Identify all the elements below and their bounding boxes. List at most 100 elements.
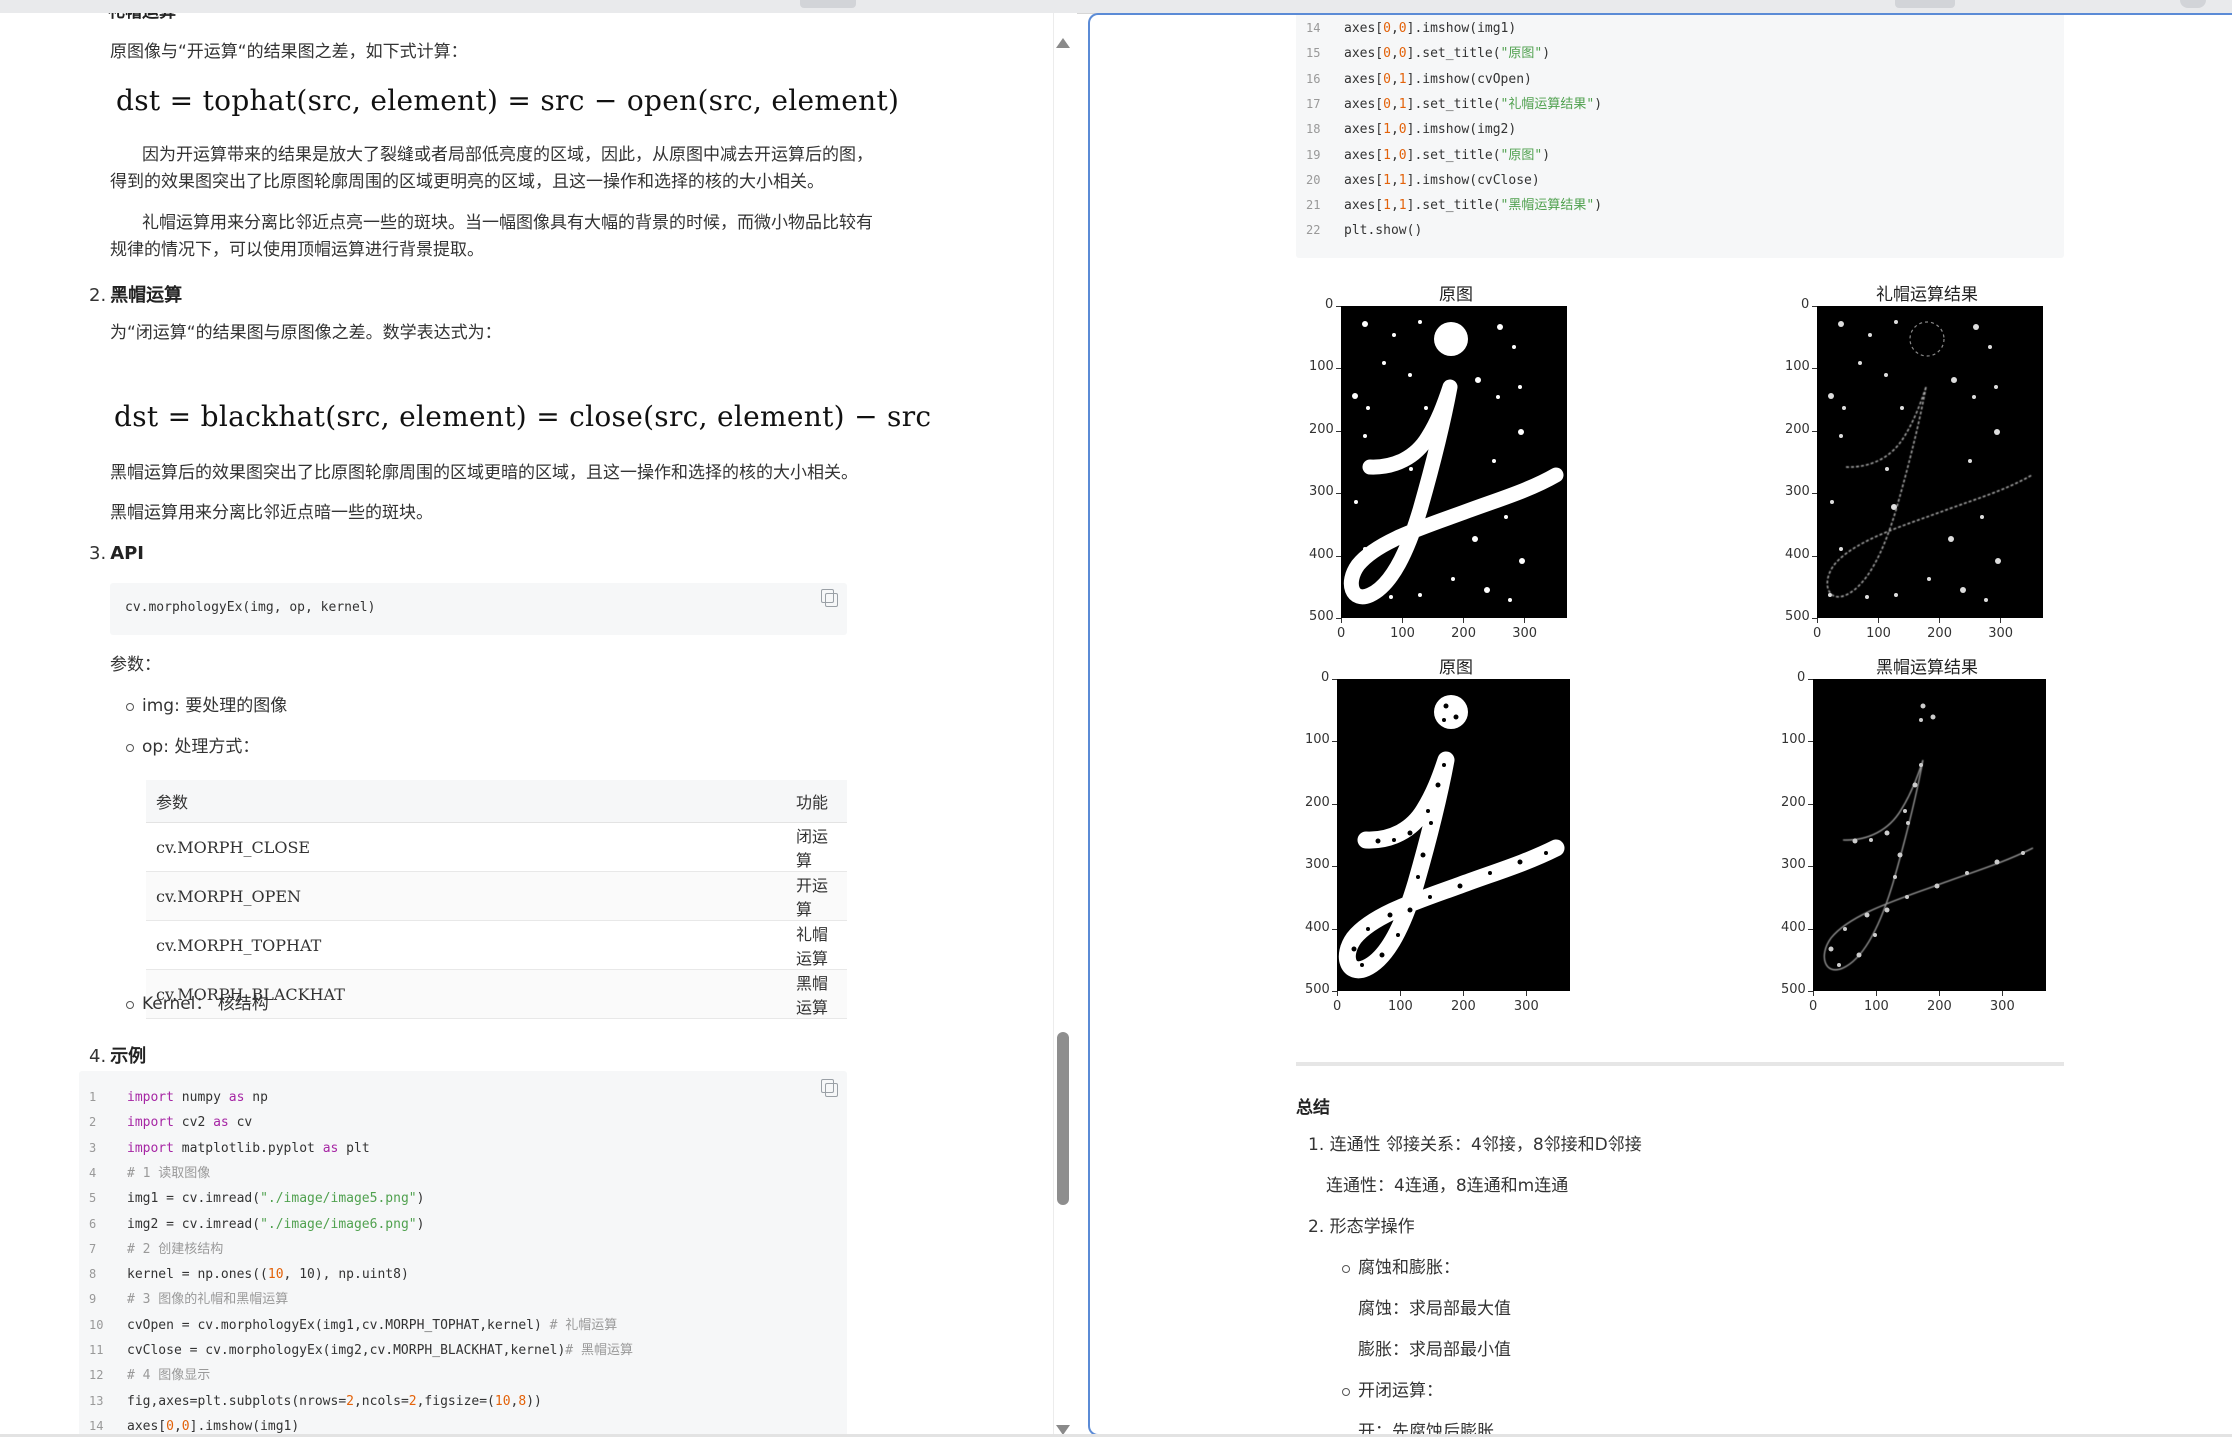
- panel-blackhat-result: [1813, 679, 2046, 991]
- y-tick-mark: [1332, 679, 1337, 680]
- y-tick-label: 0: [1325, 297, 1334, 312]
- y-tick-mark: [1812, 555, 1817, 557]
- scroll-down-arrow-icon[interactable]: [1056, 1425, 1070, 1434]
- api-code-block[interactable]: cv.morphologyEx(img, op, kernel): [110, 583, 847, 635]
- line-number: 12: [89, 1368, 104, 1383]
- copy-icon[interactable]: [821, 1079, 838, 1097]
- y-tick-mark: [1336, 306, 1341, 307]
- copy-icon[interactable]: [821, 589, 838, 607]
- line-number: 10: [89, 1317, 104, 1332]
- line-number: 21: [1306, 198, 1321, 213]
- y-tick-label: 300: [1781, 857, 1806, 873]
- morph-op-table: 参数 功能 cv.MORPH_CLOSE 闭运算 cv.MORPH_OPEN 开…: [146, 780, 847, 1019]
- table-cell: cv.MORPH_TOPHAT: [146, 920, 786, 970]
- x-tick-mark: [2001, 991, 2003, 996]
- y-tick-label: 0: [1321, 670, 1330, 685]
- code-line: 16 axes[0,1].imshow(cvOpen): [1296, 67, 1532, 92]
- y-tick-mark: [1336, 493, 1341, 495]
- line-number: 15: [1306, 46, 1321, 61]
- x-tick-label: 0: [1809, 999, 1818, 1014]
- code-text: axes[0,0].set_title("原图"): [1344, 46, 1551, 62]
- y-tick-mark: [1812, 306, 1817, 307]
- x-tick-mark: [1337, 991, 1338, 996]
- y-tick-label: 500: [1781, 982, 1806, 997]
- param-kernel: Kernel： 核结构: [142, 994, 269, 1014]
- y-tick-mark: [1812, 368, 1817, 370]
- blackhat-formula: dst = blackhat(src, element) = close(src…: [114, 400, 932, 433]
- blackhat-intro: 为“闭运算“的结果图与原图像之差。数学表达式为：: [110, 323, 502, 343]
- code-line: 13 fig,axes=plt.subplots(nrows=2,ncols=2,…: [79, 1389, 542, 1414]
- code-line: 2 import cv2 as cv: [79, 1110, 252, 1135]
- x-tick-label: 100: [1387, 999, 1413, 1014]
- code-line: 6 img2 = cv.imread("./image/image6.png"): [79, 1212, 424, 1237]
- x-tick-mark: [1341, 618, 1342, 623]
- tab-edge[interactable]: [2180, 0, 2206, 8]
- x-tick-mark: [1878, 618, 1880, 623]
- subplot-title: 黑帽运算结果: [1876, 658, 1978, 678]
- param-op: op: 处理方式：: [142, 737, 260, 757]
- y-tick-label: 300: [1309, 484, 1334, 500]
- x-tick-mark: [1875, 991, 1877, 996]
- code-text: axes[1,0].set_title("原图"): [1344, 147, 1551, 163]
- code-text: axes[0,1].set_title("礼帽运算结果"): [1344, 96, 1603, 112]
- code-line: 11 cvClose = cv.morphologyEx(img2,cv.MORP…: [79, 1338, 633, 1363]
- line-number: 4: [89, 1165, 97, 1180]
- code-text: axes[1,1].imshow(cvClose): [1344, 172, 1540, 188]
- y-tick-label: 200: [1781, 794, 1806, 810]
- section-title: 黑帽运算: [110, 285, 183, 306]
- x-tick-mark: [1939, 618, 1941, 623]
- scroll-thumb[interactable]: [1057, 1032, 1069, 1205]
- y-tick-mark: [1812, 493, 1817, 495]
- tab-edge[interactable]: [1895, 0, 1955, 8]
- code-text: # 1 读取图像: [127, 1165, 211, 1181]
- example-code-block[interactable]: 1 import numpy as np 2 import cv2 as cv 3 imp…: [79, 1071, 847, 1434]
- table-header-row: 参数 功能: [146, 780, 847, 823]
- scroll-up-arrow-icon[interactable]: [1056, 38, 1070, 48]
- line-number: 6: [89, 1216, 97, 1231]
- code-text: axes[0,0].imshow(img1): [1344, 21, 1517, 36]
- line-number: 14: [1306, 21, 1321, 35]
- y-tick-label: 100: [1781, 732, 1806, 748]
- y-tick-mark: [1336, 555, 1341, 557]
- y-tick-label: 0: [1801, 297, 1810, 312]
- code-text: axes[1,0].imshow(img2): [1344, 122, 1517, 138]
- y-tick-mark: [1332, 803, 1337, 805]
- x-tick-label: 300: [1512, 626, 1538, 641]
- line-number: 22: [1306, 223, 1321, 238]
- summary-item-2: 2. 形态学操作: [1308, 1217, 1415, 1237]
- y-tick-label: 200: [1785, 421, 1810, 437]
- plot-code-block[interactable]: 14 axes[0,0].imshow(img1) 15 axes[0,0].set_…: [1296, 15, 2064, 258]
- code-line: 14 axes[0,0].imshow(img1): [1296, 16, 1516, 41]
- y-tick-label: 300: [1785, 484, 1810, 500]
- y-tick-mark: [1808, 803, 1813, 805]
- y-tick-mark: [1332, 741, 1337, 743]
- y-tick-label: 300: [1305, 857, 1330, 873]
- x-tick-mark: [1399, 991, 1401, 996]
- x-tick-label: 200: [1926, 999, 1952, 1014]
- code-line: 3 import matplotlib.pyplot as plt: [79, 1136, 370, 1161]
- x-tick-mark: [2000, 618, 2002, 623]
- code-line: 5 img1 = cv.imread("./image/image5.png"): [79, 1186, 424, 1211]
- api-code: cv.morphologyEx(img, op, kernel): [125, 600, 376, 615]
- table-cell: 黑帽运算: [786, 969, 847, 1019]
- code-line: 21 axes[1,1].set_title("黑帽运算结果"): [1296, 193, 1602, 218]
- line-number: 14: [89, 1418, 104, 1433]
- x-tick-mark: [1463, 618, 1465, 623]
- panel-original-1: [1341, 306, 1567, 618]
- table-header: 功能: [786, 780, 847, 823]
- section-number: 4.: [89, 1046, 107, 1067]
- code-text: axes[0,0].imshow(img1): [127, 1418, 300, 1434]
- x-tick-mark: [1525, 991, 1527, 996]
- summary-item-2a-1: 腐蚀：求局部最大值: [1358, 1299, 1511, 1319]
- line-number: 13: [89, 1393, 104, 1408]
- table-row: cv.MORPH_CLOSE 闭运算: [146, 822, 847, 872]
- left-document-pane[interactable]: 礼帽运算 原图像与“开运算“的结果图之差，如下式计算： dst = tophat…: [0, 13, 1077, 1434]
- code-text: plt.show(): [1344, 223, 1423, 239]
- tab-edge[interactable]: [800, 0, 856, 8]
- left-scrollbar[interactable]: [1053, 13, 1074, 1434]
- tophat-paragraph-1-line-1: 因为开运算带来的结果是放大了裂缝或者局部低亮度的区域，因此，从原图中减去开运算后…: [142, 145, 873, 165]
- subplot-title: 原图: [1439, 285, 1473, 305]
- code-line: 10 cvOpen = cv.morphologyEx(img1,cv.MORPH…: [79, 1313, 617, 1338]
- x-tick-label: 300: [1513, 999, 1539, 1014]
- right-document-pane[interactable]: 14 axes[0,0].imshow(img1) 15 axes[0,0].set_…: [1088, 13, 2232, 1436]
